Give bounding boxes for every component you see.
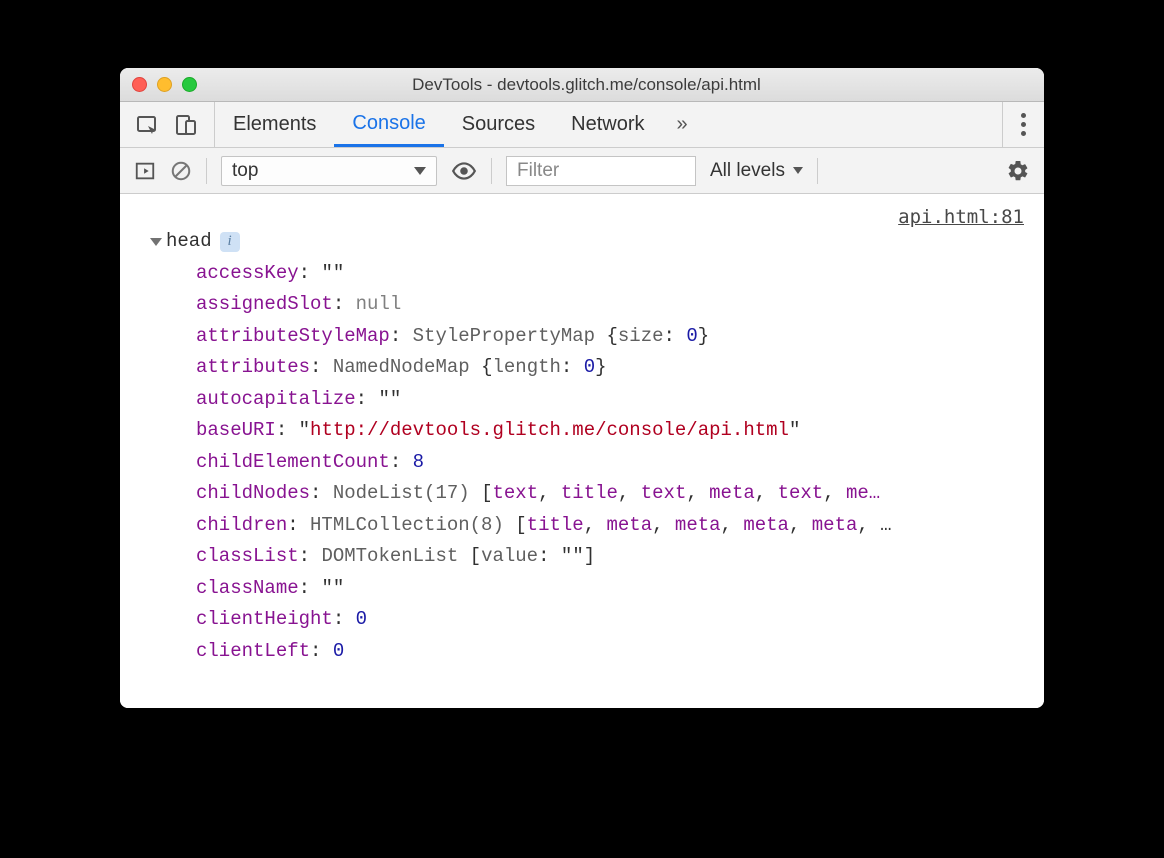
disclosure-triangle-open-icon[interactable] [150, 238, 162, 246]
property-key: className [196, 577, 299, 599]
show-console-sidebar-icon[interactable] [134, 160, 156, 182]
property-key: attributeStyleMap [196, 325, 390, 347]
log-levels-select[interactable]: All levels [710, 160, 803, 182]
tabs-overflow-button[interactable]: » [663, 102, 702, 147]
kebab-menu-icon [1021, 122, 1026, 127]
toolbar-divider [491, 158, 492, 184]
select-element-icon[interactable] [136, 113, 160, 137]
property-row[interactable]: autocapitalize: "" [196, 384, 1044, 416]
minimize-window-button[interactable] [157, 77, 172, 92]
property-key: classList [196, 545, 299, 567]
property-row[interactable]: baseURI: "http://devtools.glitch.me/cons… [196, 415, 1044, 447]
toggle-device-icon[interactable] [174, 113, 198, 137]
property-list: accessKey: ""assignedSlot: nullattribute… [120, 258, 1044, 668]
toolbar-divider [206, 158, 207, 184]
maximize-window-button[interactable] [182, 77, 197, 92]
execution-context-select[interactable]: top [221, 156, 437, 186]
chevron-down-icon [793, 167, 803, 174]
property-key: baseURI [196, 419, 276, 441]
window-controls [132, 77, 197, 92]
chevron-down-icon [414, 167, 426, 175]
property-row[interactable]: accessKey: "" [196, 258, 1044, 290]
property-row[interactable]: childNodes: NodeList(17) [text, title, t… [196, 478, 1044, 510]
property-row[interactable]: attributes: NamedNodeMap {length: 0} [196, 352, 1044, 384]
property-key: children [196, 514, 287, 536]
property-key: clientHeight [196, 608, 333, 630]
console-toolbar: top All levels [120, 148, 1044, 194]
window-title: DevTools - devtools.glitch.me/console/ap… [197, 75, 1032, 95]
chevron-right-double-icon: » [677, 113, 688, 136]
panel-tabstrip: ElementsConsoleSourcesNetwork » [120, 102, 1044, 148]
property-row[interactable]: clientLeft: 0 [196, 636, 1044, 668]
close-window-button[interactable] [132, 77, 147, 92]
property-key: childNodes [196, 482, 310, 504]
property-key: assignedSlot [196, 293, 333, 315]
tab-sources[interactable]: Sources [444, 102, 553, 147]
tab-elements[interactable]: Elements [215, 102, 334, 147]
clear-console-icon[interactable] [170, 160, 192, 182]
tab-console[interactable]: Console [334, 102, 443, 147]
tabstrip-left-controls [120, 102, 215, 147]
property-row[interactable]: classList: DOMTokenList [value: ""] [196, 541, 1044, 573]
toolbar-divider [817, 158, 818, 184]
property-row[interactable]: clientHeight: 0 [196, 604, 1044, 636]
property-row[interactable]: assignedSlot: null [196, 289, 1044, 321]
console-settings-icon[interactable] [1006, 159, 1030, 183]
console-output[interactable]: api.html:81 head i accessKey: ""assigned… [120, 194, 1044, 708]
property-row[interactable]: childElementCount: 8 [196, 447, 1044, 479]
tab-network[interactable]: Network [553, 102, 662, 147]
live-expression-icon[interactable] [451, 158, 477, 184]
panel-tabs: ElementsConsoleSourcesNetwork [215, 102, 663, 147]
info-icon[interactable]: i [220, 232, 240, 252]
property-row[interactable]: attributeStyleMap: StylePropertyMap {siz… [196, 321, 1044, 353]
devtools-window: DevTools - devtools.glitch.me/console/ap… [120, 68, 1044, 708]
main-menu-button[interactable] [1002, 102, 1044, 147]
property-key: autocapitalize [196, 388, 356, 410]
property-key: accessKey [196, 262, 299, 284]
titlebar[interactable]: DevTools - devtools.glitch.me/console/ap… [120, 68, 1044, 102]
property-row[interactable]: children: HTMLCollection(8) [title, meta… [196, 510, 1044, 542]
source-link[interactable]: api.html:81 [898, 202, 1024, 234]
property-key: clientLeft [196, 640, 310, 662]
filter-input[interactable] [506, 156, 696, 186]
property-key: attributes [196, 356, 310, 378]
context-select-label: top [232, 160, 258, 182]
object-name: head [166, 226, 212, 258]
property-row[interactable]: className: "" [196, 573, 1044, 605]
property-key: childElementCount [196, 451, 390, 473]
levels-label: All levels [710, 160, 785, 182]
